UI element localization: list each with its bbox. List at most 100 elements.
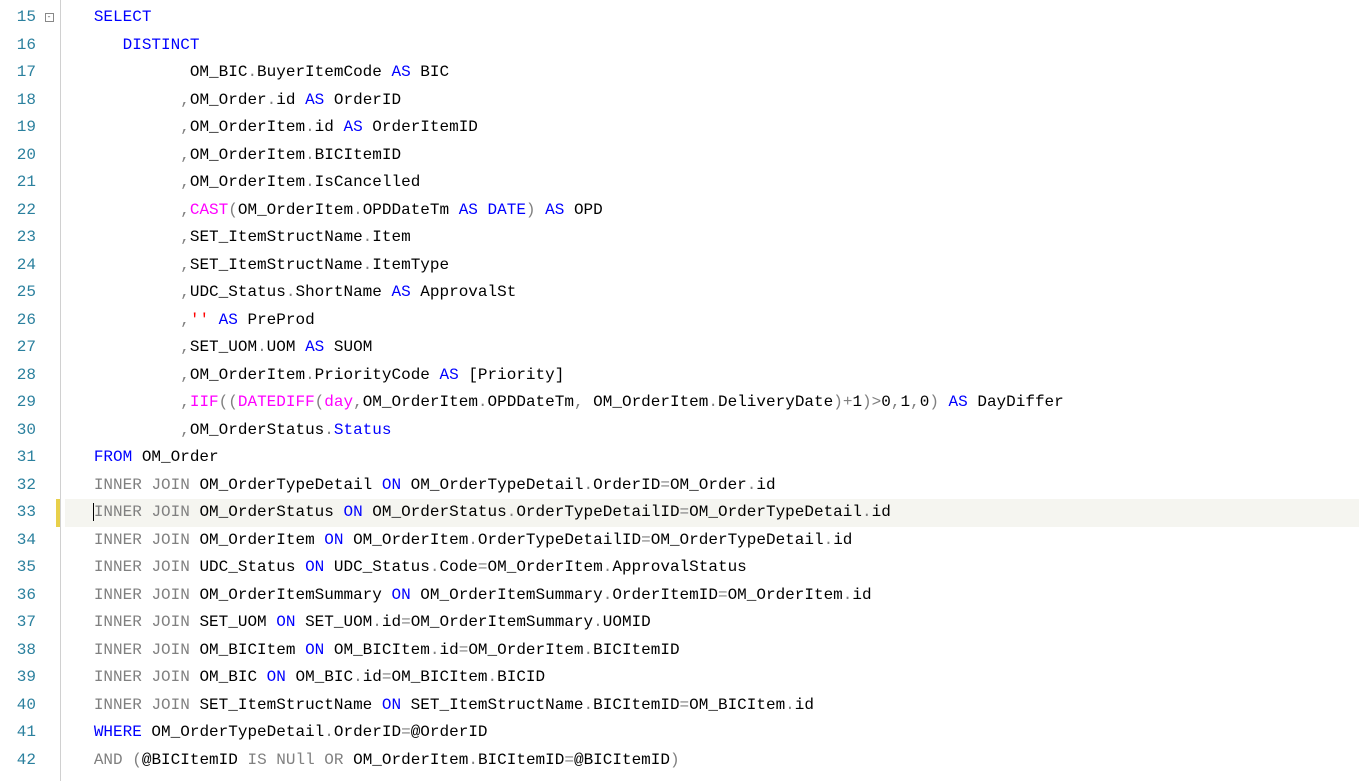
code-line[interactable]: INNER JOIN OM_OrderItemSummary ON OM_Ord… bbox=[65, 582, 1359, 610]
token-op: . bbox=[353, 668, 363, 686]
token-kw-gray: INNER bbox=[94, 613, 142, 631]
line-number: 25 bbox=[10, 279, 36, 307]
token-identifier bbox=[142, 641, 152, 659]
token-kw-gray: JOIN bbox=[151, 558, 189, 576]
token-kw-blue: FROM bbox=[94, 448, 132, 466]
code-line[interactable]: ,SET_UOM.UOM AS SUOM bbox=[65, 334, 1359, 362]
fold-slot bbox=[42, 389, 56, 417]
token-identifier: UOMID bbox=[603, 613, 651, 631]
token-identifier: UDC_Status bbox=[190, 558, 305, 576]
token-str-red: '' bbox=[190, 311, 209, 329]
code-line[interactable]: WHERE OM_OrderTypeDetail.OrderID=@OrderI… bbox=[65, 719, 1359, 747]
token-punct: , bbox=[180, 366, 190, 384]
fold-minus-icon[interactable]: - bbox=[45, 13, 54, 22]
token-identifier: DayDiffer bbox=[968, 393, 1064, 411]
token-op: . bbox=[305, 118, 315, 136]
token-punct: , bbox=[180, 146, 190, 164]
code-line[interactable]: INNER JOIN SET_UOM ON SET_UOM.id=OM_Orde… bbox=[65, 609, 1359, 637]
code-line[interactable]: ,OM_OrderItem.id AS OrderItemID bbox=[65, 114, 1359, 142]
token-identifier bbox=[142, 668, 152, 686]
token-identifier: OPDDateTm bbox=[488, 393, 574, 411]
code-line[interactable]: ,CAST(OM_OrderItem.OPDDateTm AS DATE) AS… bbox=[65, 197, 1359, 225]
token-identifier: OM_OrderTypeDetail bbox=[651, 531, 824, 549]
fold-slot bbox=[42, 307, 56, 335]
token-kw-gray: INNER bbox=[94, 476, 142, 494]
token-identifier: SET_ItemStructName bbox=[190, 256, 363, 274]
code-line[interactable]: INNER JOIN OM_OrderStatus ON OM_OrderSta… bbox=[65, 499, 1359, 527]
code-line[interactable]: ,IIF((DATEDIFF(day,OM_OrderItem.OPDDateT… bbox=[65, 389, 1359, 417]
token-op: = bbox=[680, 503, 690, 521]
code-line[interactable]: ,'' AS PreProd bbox=[65, 307, 1359, 335]
line-number: 20 bbox=[10, 142, 36, 170]
token-num: 0 bbox=[920, 393, 930, 411]
token-identifier: PriorityCode bbox=[315, 366, 440, 384]
code-line[interactable]: ,SET_ItemStructName.ItemType bbox=[65, 252, 1359, 280]
token-punct: , bbox=[180, 91, 190, 109]
fold-slot bbox=[42, 252, 56, 280]
token-identifier: Code bbox=[440, 558, 478, 576]
token-op: . bbox=[584, 641, 594, 659]
code-line[interactable]: SELECT bbox=[65, 4, 1359, 32]
token-kw-blue: ON bbox=[305, 558, 324, 576]
token-identifier: IsCancelled bbox=[315, 173, 421, 191]
code-line[interactable]: INNER JOIN OM_OrderTypeDetail ON OM_Orde… bbox=[65, 472, 1359, 500]
code-line[interactable]: ,SET_ItemStructName.Item bbox=[65, 224, 1359, 252]
token-identifier: ItemType bbox=[372, 256, 449, 274]
token-identifier: BICItemID bbox=[593, 641, 679, 659]
fold-slot bbox=[42, 692, 56, 720]
code-line[interactable]: DISTINCT bbox=[65, 32, 1359, 60]
fold-column: - bbox=[42, 0, 56, 781]
token-kw-pink: IIF bbox=[190, 393, 219, 411]
token-identifier: OM_OrderItem bbox=[238, 201, 353, 219]
fold-slot bbox=[42, 719, 56, 747]
token-num: 0 bbox=[881, 393, 891, 411]
fold-slot bbox=[42, 224, 56, 252]
token-kw-gray: INNER bbox=[94, 586, 142, 604]
line-number: 30 bbox=[10, 417, 36, 445]
token-identifier: BICItemID bbox=[478, 751, 564, 769]
code-line[interactable]: ,OM_OrderStatus.Status bbox=[65, 417, 1359, 445]
token-num: 1 bbox=[900, 393, 910, 411]
code-line[interactable]: ,OM_OrderItem.IsCancelled bbox=[65, 169, 1359, 197]
code-area[interactable]: SELECT DISTINCT OM_BIC.BuyerItemCode AS … bbox=[61, 0, 1359, 781]
token-identifier bbox=[142, 531, 152, 549]
token-identifier: OM_Order bbox=[190, 91, 267, 109]
code-line[interactable]: FROM OM_Order bbox=[65, 444, 1359, 472]
token-identifier bbox=[142, 696, 152, 714]
token-identifier: OM_OrderItem bbox=[190, 173, 305, 191]
token-identifier bbox=[478, 201, 488, 219]
token-op: = bbox=[680, 696, 690, 714]
code-line[interactable]: ,OM_OrderItem.PriorityCode AS [Priority] bbox=[65, 362, 1359, 390]
token-paren: ( bbox=[132, 751, 142, 769]
token-kw-gray: JOIN bbox=[151, 696, 189, 714]
line-number: 23 bbox=[10, 224, 36, 252]
code-line[interactable]: ,OM_OrderItem.BICItemID bbox=[65, 142, 1359, 170]
fold-slot bbox=[42, 747, 56, 775]
token-kw-gray: INNER bbox=[94, 558, 142, 576]
line-number: 22 bbox=[10, 197, 36, 225]
code-line[interactable]: INNER JOIN OM_OrderItem ON OM_OrderItem.… bbox=[65, 527, 1359, 555]
token-identifier: OM_BIC bbox=[190, 63, 248, 81]
token-identifier: @BICItemID bbox=[142, 751, 248, 769]
token-kw-blue: DISTINCT bbox=[123, 36, 200, 54]
token-identifier bbox=[209, 311, 219, 329]
token-punct: , bbox=[180, 201, 190, 219]
code-line[interactable]: INNER JOIN OM_BICItem ON OM_BICItem.id=O… bbox=[65, 637, 1359, 665]
token-identifier bbox=[315, 751, 325, 769]
token-identifier: id bbox=[382, 613, 401, 631]
token-op: > bbox=[872, 393, 882, 411]
code-line[interactable]: OM_BIC.BuyerItemCode AS BIC bbox=[65, 59, 1359, 87]
code-line[interactable]: AND (@BICItemID IS NUll OR OM_OrderItem.… bbox=[65, 747, 1359, 775]
code-line[interactable]: ,UDC_Status.ShortName AS ApprovalSt bbox=[65, 279, 1359, 307]
line-number: 18 bbox=[10, 87, 36, 115]
code-line[interactable]: INNER JOIN OM_BIC ON OM_BIC.id=OM_BICIte… bbox=[65, 664, 1359, 692]
token-identifier: OPDDateTm bbox=[363, 201, 459, 219]
line-number: 31 bbox=[10, 444, 36, 472]
code-line[interactable]: INNER JOIN SET_ItemStructName ON SET_Ite… bbox=[65, 692, 1359, 720]
token-identifier: OrderTypeDetailID bbox=[478, 531, 641, 549]
code-line[interactable]: ,OM_Order.id AS OrderID bbox=[65, 87, 1359, 115]
fold-slot[interactable]: - bbox=[42, 4, 56, 32]
token-op: . bbox=[843, 586, 853, 604]
token-op: . bbox=[305, 173, 315, 191]
code-line[interactable]: INNER JOIN UDC_Status ON UDC_Status.Code… bbox=[65, 554, 1359, 582]
